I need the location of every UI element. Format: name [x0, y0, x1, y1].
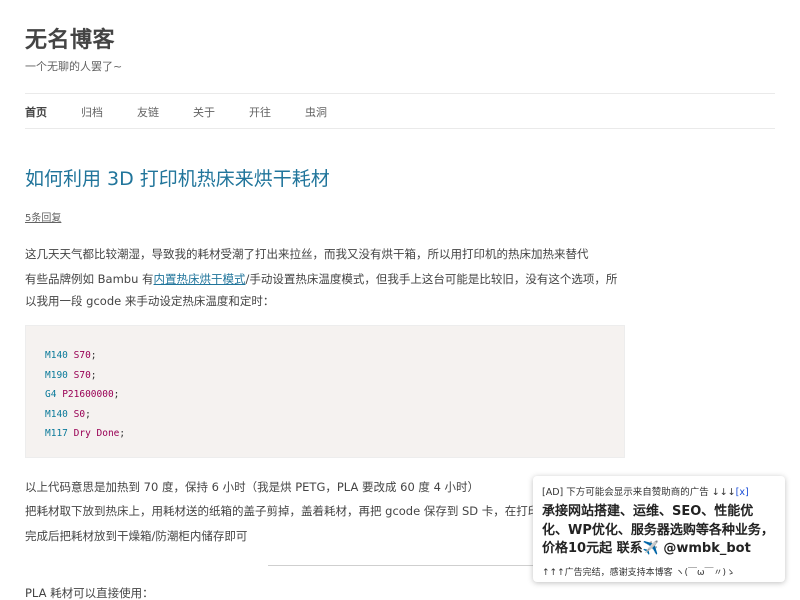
code-argument: S0 [73, 408, 86, 420]
post-paragraph: 有些品牌例如 Bambu 有内置热床烘干模式/手动设置热床温度模式，但我手上这台… [25, 268, 625, 312]
nav-divider-top [25, 93, 775, 94]
post-title[interactable]: 如何利用 3D 打印机热床来烘干耗材 [25, 164, 330, 191]
code-command: M117 [45, 428, 68, 439]
code-terminator: ; [119, 428, 126, 439]
post-paragraph: PLA 耗材可以直接使用： [25, 586, 154, 600]
code-argument: Dry Done [73, 428, 120, 439]
code-command: G4 [45, 389, 57, 400]
code-command: M140 [45, 350, 68, 361]
page: 无名博客 一个无聊的人罢了~ 首页 归档 友链 关于 开往 虫洞 如何利用 3D… [0, 0, 800, 600]
code-line: M190 S70; [45, 370, 97, 381]
nav-item-home[interactable]: 首页 [25, 104, 47, 120]
section-divider [268, 565, 533, 566]
nav-item-about[interactable]: 关于 [193, 104, 215, 120]
site-title[interactable]: 无名博客 [25, 22, 115, 54]
code-command: M190 [45, 369, 68, 381]
gcode-listing: M140 S70; M190 S70; G4 P21600000; M140 S… [26, 326, 624, 444]
ad-header: [AD] 下方可能会显示来自赞助商的广告 ↓↓↓[x] [542, 484, 776, 498]
code-line: M140 S0; [45, 409, 91, 420]
nav-divider-bottom [25, 128, 775, 129]
paragraph-text: 有些品牌例如 Bambu 有 [25, 272, 154, 286]
ad-footer: ↑↑↑广告完结，感谢支持本博客 ヽ(￣ω￣〃)ゝ [542, 567, 736, 578]
nav-item-archive[interactable]: 归档 [81, 104, 103, 120]
ad-close-button[interactable]: [x] [736, 487, 749, 498]
main-nav: 首页 归档 友链 关于 开往 虫洞 [25, 104, 361, 120]
inline-link-drying-mode[interactable]: 内置热床烘干模式 [154, 272, 246, 286]
code-terminator: ; [85, 408, 91, 420]
code-argument: P21600000 [62, 389, 114, 400]
code-argument: S70 [73, 369, 91, 381]
ad-popup[interactable]: [AD] 下方可能会显示来自赞助商的广告 ↓↓↓[x] 承接网站搭建、运维、SE… [533, 476, 785, 582]
ad-body[interactable]: 承接网站搭建、运维、SEO、性能优化、WP优化、服务器选购等各种业务，价格10元… [542, 503, 776, 559]
code-line: G4 P21600000; [45, 389, 119, 400]
nav-item-links[interactable]: 友链 [137, 104, 159, 120]
code-command: M140 [45, 408, 68, 420]
code-terminator: ; [90, 369, 97, 381]
comments-link[interactable]: 5条回复 [25, 209, 61, 224]
post-paragraph: 这几天天气都比较潮湿，导致我的耗材受潮了打出来拉丝，而我又没有烘干箱，所以用打印… [25, 247, 589, 261]
code-block[interactable]: M140 S70; M190 S70; G4 P21600000; M140 S… [25, 325, 625, 458]
nav-item-travellings[interactable]: 开往 [249, 104, 271, 120]
code-argument: S70 [73, 350, 91, 361]
code-line: M140 S70; [45, 350, 97, 361]
code-terminator: ; [113, 389, 120, 400]
ad-header-text: [AD] 下方可能会显示来自赞助商的广告 ↓↓↓ [542, 487, 736, 498]
post-paragraph: 把耗材取下放到热床上，用耗材送的纸箱的盖子剪掉，盖着耗材，再把 gcode 保存… [25, 504, 535, 518]
nav-item-wormhole[interactable]: 虫洞 [305, 104, 327, 120]
site-description: 一个无聊的人罢了~ [25, 60, 123, 73]
code-terminator: ; [90, 350, 97, 361]
code-line: M117 Dry Done; [45, 428, 125, 439]
